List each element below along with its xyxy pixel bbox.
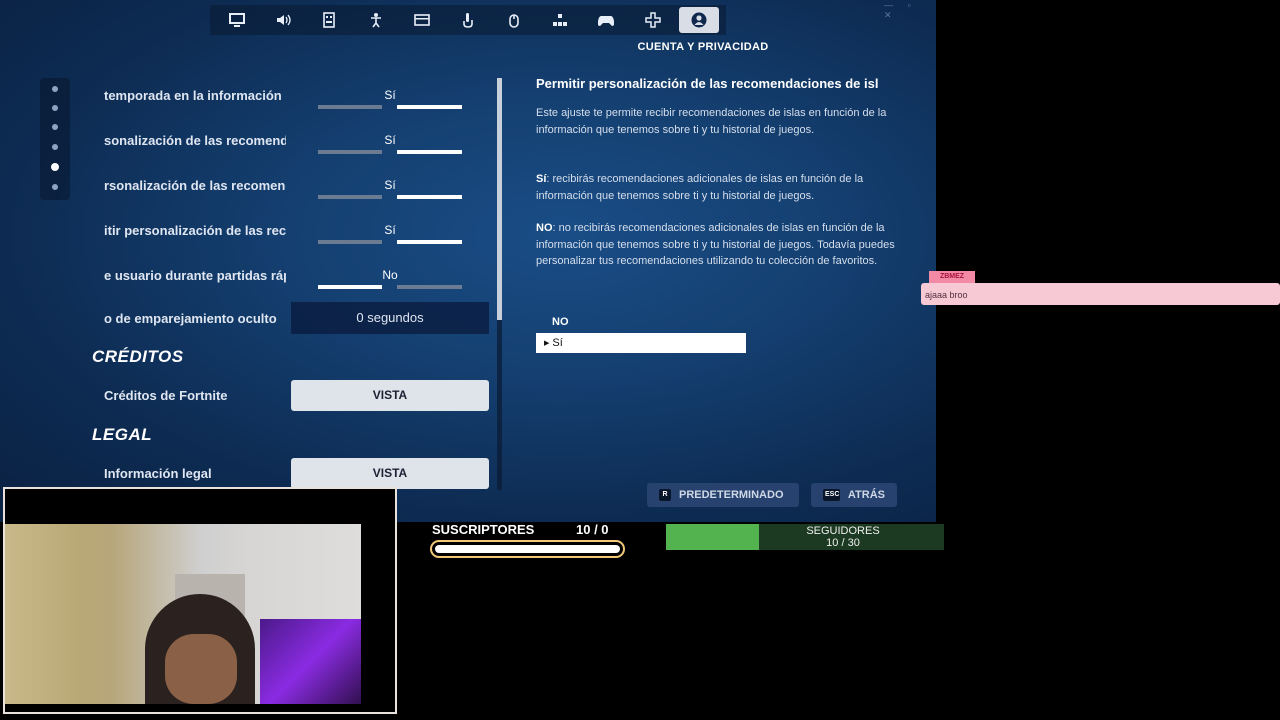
webcam-feed [5, 524, 361, 704]
game-settings-icon[interactable] [309, 7, 349, 33]
speaker-icon[interactable] [263, 7, 303, 33]
back-label: ATRÁS [847, 489, 885, 501]
toggle-track-on [318, 285, 382, 289]
reset-default-button[interactable]: R PREDETERMINADO [647, 483, 799, 507]
subscribers-progress-bar [430, 540, 625, 558]
info-no-description: NO: no recibirás recomendaciones adicion… [536, 220, 898, 270]
setting-value: Sí [384, 223, 396, 237]
setting-label: o de emparejamiento oculto [104, 311, 277, 326]
option-si-selected[interactable]: ▶ Sí [536, 333, 746, 353]
scrollbar-thumb[interactable] [497, 78, 502, 320]
setting-value: Sí [384, 88, 396, 102]
controller-input-icon[interactable] [633, 7, 673, 33]
section-title: CUENTA Y PRIVACIDAD [637, 41, 769, 53]
toggle-track-on [397, 240, 462, 244]
option-no[interactable]: NO [552, 316, 569, 328]
window-controls-icon[interactable]: — ▫ ✕ [884, 0, 936, 21]
input-icon[interactable] [402, 7, 442, 33]
credits-label: Créditos de Fortnite [104, 388, 228, 403]
toggle-track-on [397, 195, 462, 199]
gamepad-icon[interactable] [586, 7, 626, 33]
touch-icon[interactable] [448, 7, 488, 33]
setting-value: No [382, 268, 398, 282]
setting-label: temporada en la información de [104, 88, 286, 103]
info-description: Este ajuste te permite recibir recomenda… [536, 107, 887, 136]
info-yes-description: Sí: recibirás recomendaciones adicionale… [536, 171, 898, 204]
setting-row[interactable]: sonalización de las recomendaciones Sí [0, 127, 500, 163]
subscribers-label: SUSCRIPTORES [432, 522, 535, 537]
monitor-icon[interactable] [217, 7, 257, 33]
keycap-r-icon: R [659, 489, 671, 501]
settings-scrollbar[interactable] [497, 78, 502, 490]
legal-heading: LEGAL [92, 425, 153, 444]
legal-label: Información legal [104, 466, 212, 481]
matchmaking-delay-value[interactable]: 0 segundos [291, 302, 489, 334]
setting-row[interactable]: rsonalización de las recomendaciones Sí [0, 172, 500, 208]
webcam-face [165, 634, 237, 704]
setting-row[interactable]: o de emparejamiento oculto 0 segundos [0, 302, 500, 338]
subscribers-progress-fill [435, 545, 620, 553]
toggle-track-off [318, 105, 382, 109]
setting-value: Sí [384, 178, 396, 192]
section-dot-active[interactable] [51, 163, 59, 171]
mouse-keyboard-icon[interactable] [494, 7, 534, 33]
toggle-track-off [318, 195, 382, 199]
setting-label: e usuario durante partidas rápidas [104, 268, 286, 283]
game-settings-screen: CUENTA Y PRIVACIDAD temporada en la info… [0, 0, 936, 522]
chat-popup [921, 283, 1280, 305]
webcam-monitor [260, 619, 361, 704]
info-yes-key: Sí [536, 173, 547, 185]
toggle-track-off [318, 240, 382, 244]
option-si-label: Sí [552, 337, 563, 349]
toggle-track-off [318, 150, 382, 154]
setting-row[interactable]: itir personalización de las recomendacio… [0, 217, 500, 253]
account-icon[interactable] [678, 7, 719, 33]
followers-count: 10 / 30 [826, 537, 860, 549]
info-no-key: NO [536, 222, 553, 234]
toggle-track-on [397, 150, 462, 154]
legal-view-button[interactable]: VISTA [291, 458, 489, 489]
back-button[interactable]: ESC ATRÁS [811, 483, 897, 507]
followers-text: SEGUIDORES 10 / 30 [666, 525, 942, 549]
setting-value: Sí [384, 133, 396, 147]
chat-username: ZBMEZ [929, 271, 975, 283]
setting-label: rsonalización de las recomendaciones [104, 178, 286, 193]
accessibility-icon[interactable] [356, 7, 396, 33]
info-title: Permitir personalización de las recomend… [536, 76, 879, 91]
credits-view-button[interactable]: VISTA [291, 380, 489, 411]
controller-config-icon[interactable] [540, 7, 580, 33]
followers-label: SEGUIDORES [806, 525, 880, 537]
setting-label: itir personalización de las recomendacio… [104, 223, 286, 238]
subscribers-count: 10 / 0 [576, 522, 609, 537]
info-yes-text: : recibirás recomendaciones adicionales … [536, 173, 864, 202]
credits-heading: CRÉDITOS [92, 347, 184, 366]
caret-right-icon: ▶ [544, 340, 550, 347]
chat-message: ajaaa broo [925, 290, 968, 300]
keycap-esc-icon: ESC [823, 489, 840, 501]
toggle-track-off [397, 285, 462, 289]
info-no-text: : no recibirás recomendaciones adicional… [536, 222, 895, 267]
setting-row[interactable]: temporada en la información de Sí [0, 82, 500, 118]
setting-label: sonalización de las recomendaciones [104, 133, 286, 148]
reset-default-label: PREDETERMINADO [679, 489, 784, 501]
toggle-track-on [397, 105, 462, 109]
settings-tab-bar [210, 5, 726, 35]
setting-row[interactable]: e usuario durante partidas rápidas No [0, 262, 500, 298]
